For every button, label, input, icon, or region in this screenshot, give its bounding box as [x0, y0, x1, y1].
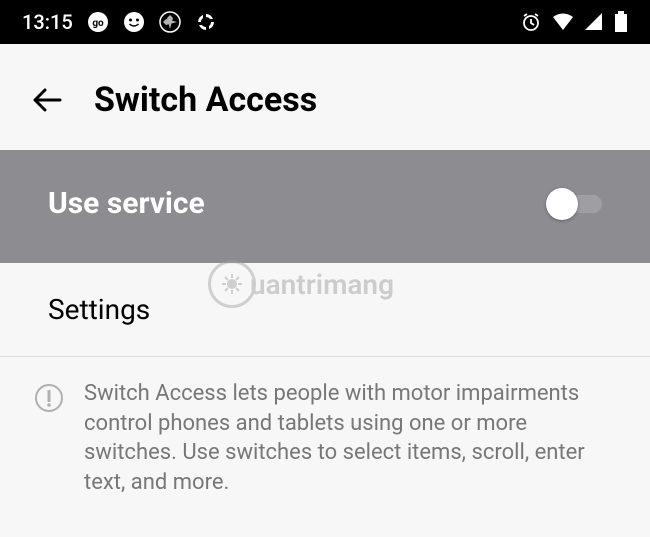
use-service-row[interactable]: Use service [0, 150, 650, 263]
signal-icon [584, 12, 604, 32]
go-icon: go [87, 11, 109, 33]
wifi-icon [552, 12, 574, 32]
info-text: Switch Access lets people with motor imp… [84, 379, 602, 498]
alarm-icon [520, 11, 542, 33]
info-row: Switch Access lets people with motor imp… [0, 357, 650, 520]
toggle-thumb [546, 188, 578, 220]
sync-icon [195, 11, 217, 33]
info-icon [34, 383, 64, 417]
settings-row[interactable]: Settings [0, 263, 650, 357]
status-bar: 13:15 go [0, 0, 650, 44]
status-time: 13:15 [22, 10, 73, 34]
page-title: Switch Access [94, 80, 317, 120]
smiley-icon [123, 11, 145, 33]
back-arrow-icon[interactable] [30, 82, 66, 118]
header: Switch Access [0, 44, 650, 150]
use-service-toggle[interactable] [546, 188, 602, 220]
use-service-label: Use service [48, 186, 205, 221]
svg-text:go: go [92, 18, 104, 29]
shield-icon [159, 11, 181, 33]
status-right [520, 11, 628, 33]
settings-label: Settings [48, 293, 150, 326]
status-left: 13:15 go [22, 10, 217, 34]
battery-icon [614, 11, 628, 33]
